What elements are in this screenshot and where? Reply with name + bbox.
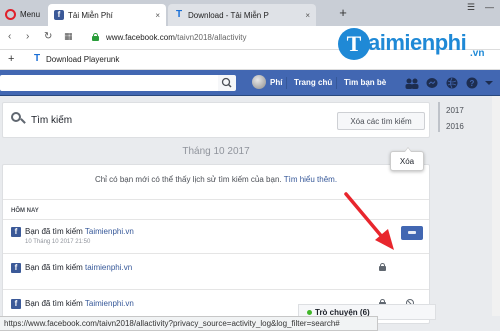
forward-icon[interactable]: › bbox=[26, 31, 29, 42]
account-menu-icon[interactable] bbox=[484, 77, 494, 89]
back-icon[interactable]: ‹ bbox=[8, 31, 11, 42]
tab-label: Download - Tải Miễn P bbox=[188, 10, 269, 20]
home-link[interactable]: Trang chủ bbox=[294, 78, 332, 87]
watermark-text: aimienphi bbox=[368, 30, 467, 55]
find-friends-link[interactable]: Tìm bạn bè bbox=[344, 78, 386, 87]
header-divider bbox=[336, 77, 337, 89]
section-today-label: HÔM NAY bbox=[11, 208, 39, 214]
search-icon bbox=[221, 77, 232, 88]
close-tab-icon[interactable]: × bbox=[155, 11, 160, 20]
divider bbox=[3, 199, 429, 200]
url-field[interactable]: www.facebook.com/taivn2018/allactivity bbox=[106, 33, 247, 42]
facebook-header: Phí Trang chủ Tìm bạn bè ? bbox=[0, 70, 500, 96]
window-controls: ☰ — bbox=[467, 2, 494, 13]
avatar[interactable] bbox=[252, 75, 266, 89]
search-term-link[interactable]: Taimienphi.vn bbox=[85, 227, 134, 236]
friend-requests-icon[interactable] bbox=[404, 77, 420, 89]
page-scrollbar[interactable] bbox=[492, 96, 500, 316]
help-icon[interactable]: ? bbox=[466, 77, 478, 89]
pencil-icon bbox=[408, 231, 416, 234]
tab-download[interactable]: T Download - Tải Miễn P × bbox=[168, 4, 316, 26]
search-history-header-card: Tìm kiếm Xóa các tìm kiếm bbox=[2, 102, 430, 138]
month-header: Tháng 10 2017 bbox=[182, 146, 250, 157]
facebook-icon: f bbox=[11, 227, 21, 237]
tab-label: Tải Miễn Phí bbox=[68, 10, 113, 20]
menu-label: Menu bbox=[20, 9, 41, 19]
messenger-icon[interactable] bbox=[426, 77, 438, 89]
facebook-icon: f bbox=[11, 299, 21, 309]
list-item: f Bạn đã tìm kiếm Taimienphi.vn 10 Tháng… bbox=[3, 219, 429, 253]
divider bbox=[3, 253, 429, 254]
search-term-link[interactable]: taimienphi.vn bbox=[85, 263, 132, 272]
year-link-2016[interactable]: 2016 bbox=[446, 122, 464, 131]
facebook-search-input[interactable] bbox=[0, 75, 234, 91]
clear-searches-button[interactable]: Xóa các tìm kiếm bbox=[337, 112, 425, 130]
privacy-notice: Chỉ có bạn mới có thể thấy lịch sử tìm k… bbox=[94, 175, 338, 184]
year-indicator bbox=[438, 102, 440, 132]
status-bar-url: https://www.facebook.com/taivn2018/allac… bbox=[0, 316, 378, 331]
browser-tab-strip: Menu f Tải Miễn Phí × T Download - Tải M… bbox=[0, 0, 500, 26]
activity-text: Bạn đã tìm kiếm Taimienphi.vn bbox=[25, 299, 134, 308]
new-tab-button[interactable]: + bbox=[336, 6, 350, 20]
activity-text: Bạn đã tìm kiếm taimienphi.vn bbox=[25, 263, 133, 272]
add-bookmark-button[interactable]: + bbox=[8, 53, 14, 65]
tab-menu-icon[interactable]: ☰ bbox=[467, 2, 475, 13]
year-navigation: 2017 2016 bbox=[436, 96, 500, 316]
header-divider bbox=[286, 77, 287, 89]
bookmark-label: Download Playerunk bbox=[46, 54, 120, 64]
taimienphi-icon: T bbox=[33, 53, 41, 64]
reload-icon[interactable]: ↻ bbox=[44, 31, 52, 42]
privacy-lock-icon[interactable] bbox=[379, 263, 386, 271]
secure-lock-icon[interactable] bbox=[92, 33, 99, 41]
minimize-icon[interactable]: — bbox=[485, 2, 494, 13]
svg-text:?: ? bbox=[470, 79, 475, 88]
activity-text: Bạn đã tìm kiếm Taimienphi.vn bbox=[25, 227, 134, 236]
delete-tooltip: Xóa bbox=[390, 147, 424, 171]
tab-taimienphi-facebook[interactable]: f Tải Miễn Phí × bbox=[48, 4, 166, 26]
speed-dial-icon[interactable]: ▦ bbox=[64, 31, 73, 42]
activity-log-page: Tìm kiếm Xóa các tìm kiếm 2017 2016 Thán… bbox=[0, 96, 500, 324]
online-status-icon bbox=[307, 310, 312, 315]
divider bbox=[3, 289, 429, 290]
taimienphi-icon: T bbox=[175, 9, 183, 20]
search-button[interactable] bbox=[218, 75, 236, 91]
profile-name-link[interactable]: Phí bbox=[270, 78, 282, 87]
learn-more-link[interactable]: Tìm hiểu thêm. bbox=[284, 175, 337, 184]
globe-icon[interactable] bbox=[446, 77, 458, 89]
year-link-2017[interactable]: 2017 bbox=[446, 106, 464, 115]
list-item: f Bạn đã tìm kiếm taimienphi.vn bbox=[3, 255, 429, 289]
activity-list-card: Chỉ có bạn mới có thể thấy lịch sử tìm k… bbox=[2, 164, 430, 324]
watermark-letter: T bbox=[338, 28, 370, 60]
edit-button[interactable] bbox=[401, 226, 423, 240]
taimienphi-watermark: T aimienphi .vn bbox=[338, 24, 498, 68]
opera-logo-icon bbox=[5, 8, 16, 20]
facebook-icon: f bbox=[11, 263, 21, 273]
watermark-tld: .vn bbox=[470, 48, 485, 59]
search-icon bbox=[11, 112, 26, 126]
search-term-link[interactable]: Taimienphi.vn bbox=[85, 299, 134, 308]
bookmark-download-playerunk[interactable]: T Download Playerunk bbox=[32, 54, 119, 64]
activity-time: 10 Tháng 10 2017 21:50 bbox=[25, 239, 91, 245]
close-tab-icon[interactable]: × bbox=[305, 11, 310, 20]
opera-menu-button[interactable]: Menu bbox=[2, 4, 46, 24]
facebook-icon: f bbox=[54, 10, 64, 20]
page-title: Tìm kiếm bbox=[31, 115, 73, 126]
